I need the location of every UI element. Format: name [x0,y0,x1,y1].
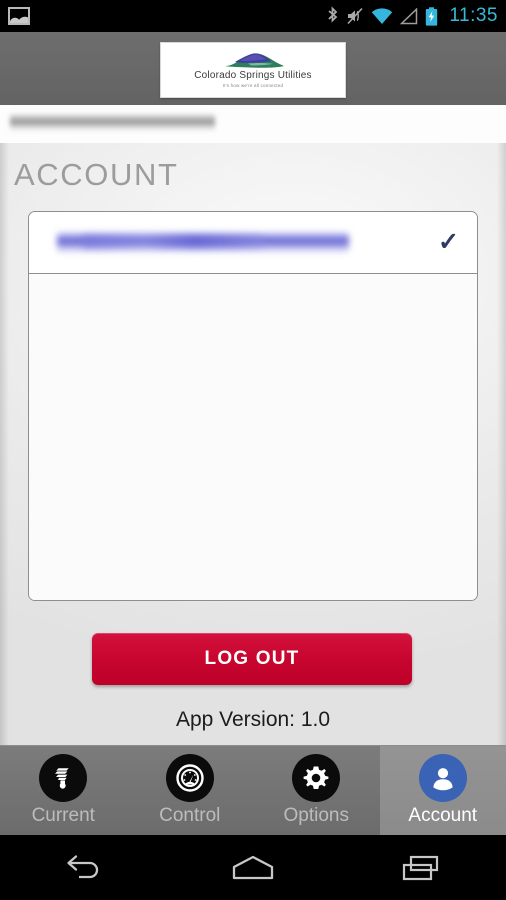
gallery-image-icon [8,7,30,25]
tab-account[interactable]: Account [379,746,506,835]
selected-check-icon: ✓ [438,228,459,256]
logo-tagline: It's how we're all connected [222,82,284,88]
tab-current[interactable]: Current [0,746,127,835]
logo-company-name: Colorado Springs Utilities [194,70,312,82]
status-bar: 11:35 [0,0,506,32]
cell-signal-icon [400,7,418,25]
android-nav-bar [0,835,506,900]
status-bar-right-icons: 11:35 [326,5,498,27]
table-row[interactable]: ✓ [29,212,477,274]
wifi-icon [371,7,393,25]
bottom-tab-bar: Current Control Options Account [0,745,506,835]
user-person-icon [418,754,467,802]
gauge-icon [165,754,214,802]
recents-icon [402,855,438,880]
bluetooth-icon [326,6,339,26]
gear-icon [292,754,341,802]
volume-muted-icon [346,7,364,25]
tab-account-label: Account [408,805,478,826]
redacted-header-banner [0,105,506,143]
redacted-text-blur [10,114,215,131]
home-icon [232,855,274,879]
tab-options[interactable]: Options [253,746,380,835]
page-title: ACCOUNT [14,157,179,192]
battery-charging-icon [425,6,438,26]
account-list-panel: ✓ [28,211,478,601]
tab-options-label: Options [283,805,349,826]
account-name-redacted [43,230,430,256]
status-bar-clock: 11:35 [449,5,498,26]
log-out-button[interactable]: LOG OUT [92,633,412,685]
content-area: ACCOUNT ✓ LOG OUT App Version: 1.0 [0,143,506,745]
app-screen: 11:35 Colorado Springs Utilities It's ho… [0,0,506,900]
app-logo: Colorado Springs Utilities It's how we'r… [160,42,346,98]
tab-current-label: Current [31,805,95,826]
lightbulb-cfl-icon [39,754,88,802]
app-version-label: App Version: 1.0 [175,708,331,731]
tab-control[interactable]: Control [127,746,254,835]
home-button[interactable] [208,844,298,892]
tab-control-label: Control [159,805,221,826]
account-list-empty-area [29,274,477,600]
recents-button[interactable] [377,844,467,892]
back-arrow-icon [67,854,99,878]
back-button[interactable] [39,844,129,892]
mountain-logo-icon [225,53,284,69]
status-bar-left-icons [8,7,30,25]
